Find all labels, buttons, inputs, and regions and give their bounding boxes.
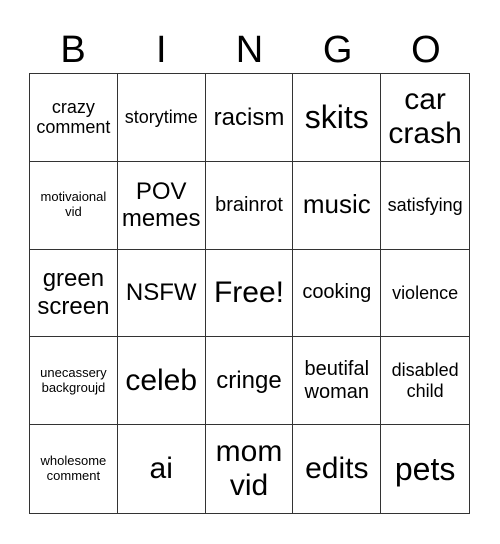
bingo-cell[interactable]: celeb (117, 337, 206, 426)
bingo-cell[interactable]: ai (118, 425, 206, 513)
bingo-cell[interactable]: satisfying (381, 162, 469, 250)
bingo-cell[interactable]: wholesome comment (30, 425, 118, 513)
bingo-header: B I N G O (29, 28, 470, 73)
header-letter-n: N (235, 29, 264, 71)
bingo-cell[interactable]: cooking (293, 249, 382, 338)
bingo-cell[interactable]: skits (293, 74, 382, 162)
bingo-cell[interactable]: unecassery backgroujd (30, 337, 118, 426)
bingo-cell[interactable]: beutifal woman (293, 337, 382, 426)
header-letter-b: B (60, 29, 86, 71)
bingo-cell[interactable]: green screen (30, 249, 118, 338)
bingo-cell[interactable]: racism (205, 74, 294, 162)
bingo-cell[interactable]: pets (381, 425, 469, 513)
bingo-grid: crazy comment storytime racism skits car… (29, 73, 470, 514)
header-letter-i: I (156, 29, 167, 71)
bingo-cell[interactable]: NSFW (117, 249, 206, 338)
bingo-cell[interactable]: crazy comment (30, 74, 118, 162)
bingo-cell[interactable]: storytime (117, 74, 206, 162)
bingo-cell[interactable]: music (293, 161, 382, 250)
bingo-cell[interactable]: disabled child (381, 337, 469, 426)
bingo-cell[interactable]: mom vid (206, 425, 294, 513)
header-letter-o: O (411, 29, 441, 71)
bingo-free-cell[interactable]: Free! (205, 249, 294, 338)
bingo-cell[interactable]: car crash (381, 74, 469, 162)
header-letter-g: G (322, 29, 353, 71)
bingo-cell[interactable]: motivaional vid (30, 161, 118, 250)
bingo-cell[interactable]: brainrot (205, 161, 294, 250)
bingo-cell[interactable]: edits (293, 425, 382, 513)
bingo-cell[interactable]: POV memes (117, 161, 206, 250)
bingo-cell[interactable]: violence (381, 250, 469, 338)
bingo-cell[interactable]: cringe (205, 337, 294, 426)
